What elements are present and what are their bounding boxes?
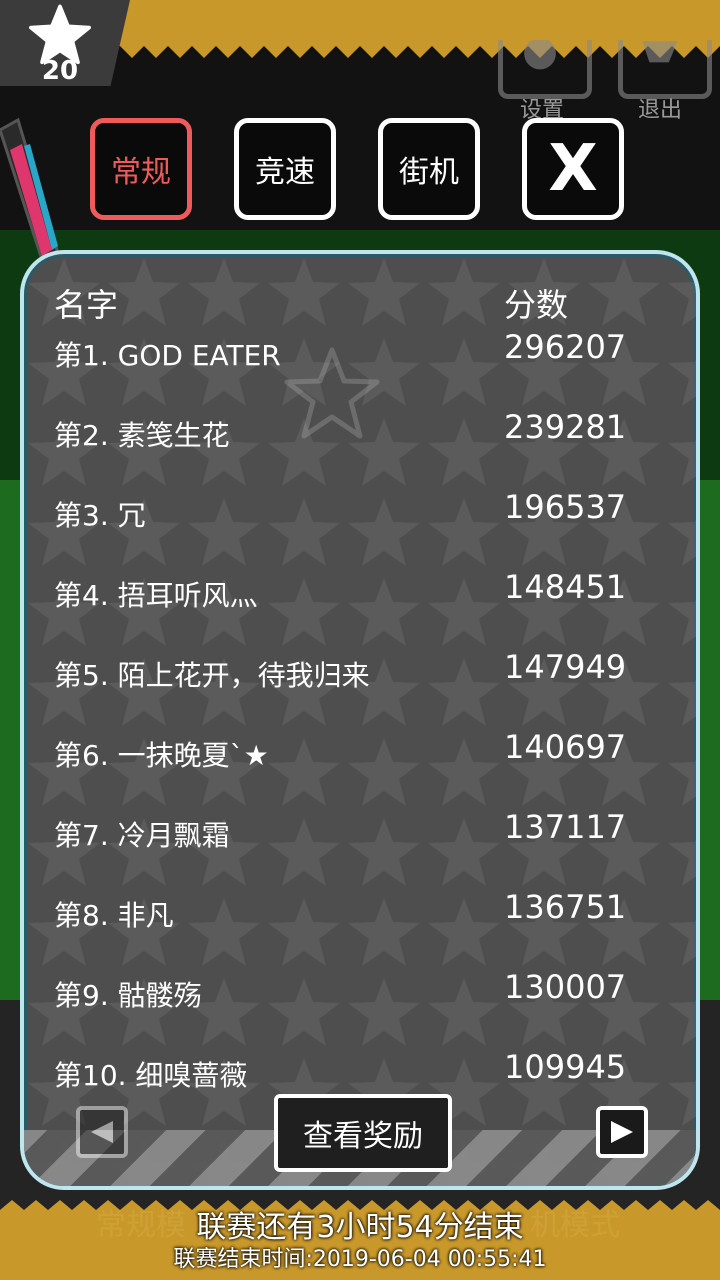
league-countdown: 联赛还有3小时54分结束 bbox=[196, 1210, 524, 1245]
player-name: 第10. 细嗅蔷薇 bbox=[54, 1059, 248, 1092]
leaderboard-row: 第5. 陌上花开，待我归来 147949 bbox=[24, 648, 696, 694]
arrow-left-icon bbox=[91, 1121, 113, 1143]
leaderboard-row: 第3. 冗 196537 bbox=[24, 488, 696, 534]
player-score: 196537 bbox=[504, 488, 627, 526]
leaderboard-panel: 名字 分数 第1. GOD EATER 296207 第2. 素笺生花 2392… bbox=[20, 250, 700, 1190]
star-count: 20 bbox=[41, 56, 79, 86]
leaderboard-row: 第10. 细嗅蔷薇 109945 bbox=[24, 1048, 696, 1094]
star-counter: 20 bbox=[0, 0, 130, 86]
player-score: 148451 bbox=[504, 568, 627, 606]
player-score: 136751 bbox=[504, 888, 627, 926]
leaderboard-row: 第2. 素笺生花 239281 bbox=[24, 408, 696, 454]
leaderboard-row: 第6. 一抹晚夏`★ 140697 bbox=[24, 728, 696, 774]
player-score: 239281 bbox=[504, 408, 627, 446]
tab-normal[interactable]: 常规 bbox=[90, 118, 192, 220]
next-page-button[interactable] bbox=[596, 1106, 648, 1158]
player-name: 第5. 陌上花开，待我归来 bbox=[54, 659, 370, 692]
player-name: 第9. 骷髅殇 bbox=[54, 979, 202, 1012]
arrow-right-icon bbox=[611, 1121, 633, 1143]
tab-speed[interactable]: 竞速 bbox=[234, 118, 336, 220]
player-score: 109945 bbox=[504, 1048, 627, 1086]
name-column-header: 名字 bbox=[54, 286, 119, 324]
player-score: 130007 bbox=[504, 968, 627, 1006]
leaderboard-row: 第4. 捂耳听风灬 148451 bbox=[24, 568, 696, 614]
prev-page-button[interactable] bbox=[76, 1106, 128, 1158]
player-name: 第2. 素笺生花 bbox=[54, 419, 230, 452]
score-column-header: 分数 bbox=[504, 286, 569, 324]
exit-icon bbox=[642, 41, 678, 63]
close-button[interactable]: X bbox=[522, 118, 624, 220]
view-rewards-button[interactable]: 查看奖励 bbox=[274, 1094, 452, 1172]
exit-button[interactable] bbox=[618, 40, 712, 99]
settings-button[interactable] bbox=[498, 40, 592, 99]
tab-arcade[interactable]: 街机 bbox=[378, 118, 480, 220]
player-name: 第1. GOD EATER bbox=[54, 339, 281, 372]
player-score: 140697 bbox=[504, 728, 627, 766]
leaderboard-row: 第7. 冷月飘霜 137117 bbox=[24, 808, 696, 854]
player-name: 第8. 非凡 bbox=[54, 899, 174, 932]
player-name: 第3. 冗 bbox=[54, 499, 146, 532]
player-name: 第7. 冷月飘霜 bbox=[54, 819, 230, 852]
league-end-time: 联赛结束时间:2019-06-04 00:55:41 bbox=[173, 1247, 547, 1272]
leaderboard-row: 第1. GOD EATER 296207 bbox=[24, 328, 696, 374]
player-score: 296207 bbox=[504, 328, 627, 366]
leaderboard-row: 第9. 骷髅殇 130007 bbox=[24, 968, 696, 1014]
player-name: 第6. 一抹晚夏`★ bbox=[54, 739, 269, 772]
player-score: 137117 bbox=[504, 808, 627, 846]
gear-icon bbox=[524, 40, 556, 70]
player-name: 第4. 捂耳听风灬 bbox=[54, 579, 258, 612]
exit-label: 退出 bbox=[637, 98, 682, 123]
player-score: 147949 bbox=[504, 648, 627, 686]
leaderboard-row: 第8. 非凡 136751 bbox=[24, 888, 696, 934]
